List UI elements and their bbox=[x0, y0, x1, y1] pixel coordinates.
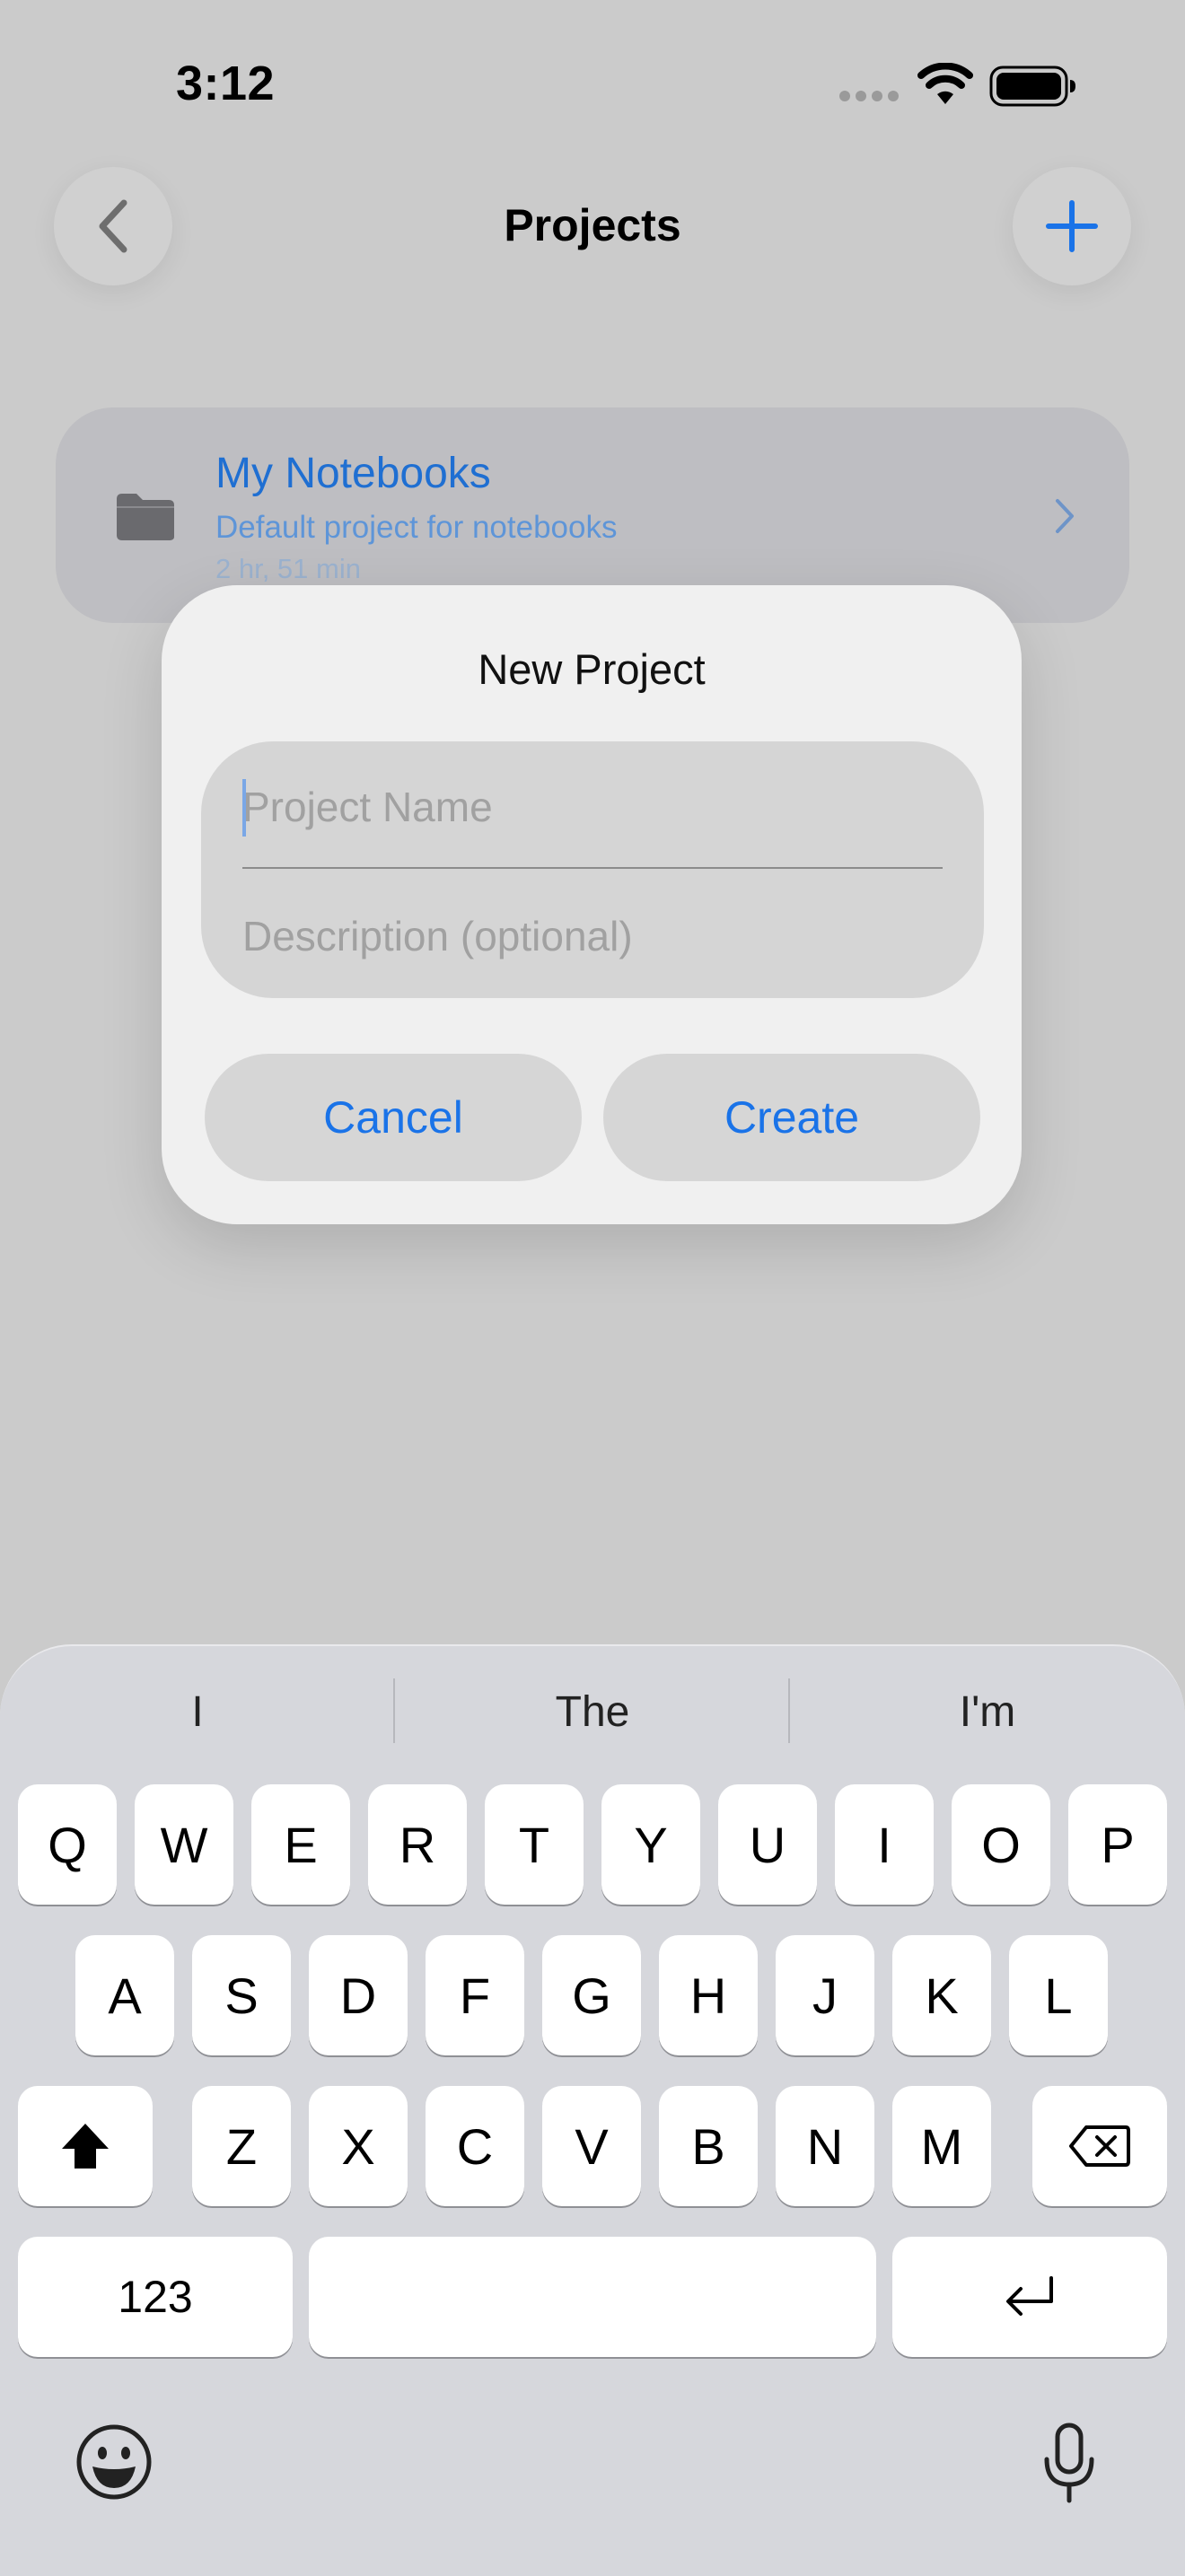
key-x[interactable]: X bbox=[309, 2086, 408, 2206]
key-n[interactable]: N bbox=[776, 2086, 874, 2206]
page-title: Projects bbox=[504, 200, 681, 250]
folder-icon bbox=[117, 494, 174, 540]
numbers-key[interactable]: 123 bbox=[18, 2237, 293, 2357]
add-project-button[interactable] bbox=[1013, 167, 1131, 285]
key-s[interactable]: S bbox=[192, 1935, 291, 2055]
shift-icon bbox=[62, 2124, 109, 2169]
key-y[interactable]: Y bbox=[601, 1784, 700, 1905]
space-key[interactable] bbox=[309, 2237, 876, 2357]
dialog-title: New Project bbox=[478, 645, 706, 693]
shift-key[interactable] bbox=[18, 2086, 153, 2206]
project-description-input[interactable] bbox=[242, 903, 943, 969]
status-time: 3:12 bbox=[176, 57, 276, 110]
microphone-icon[interactable] bbox=[1041, 2422, 1097, 2504]
project-time: 2 hr, 51 min bbox=[215, 553, 361, 584]
key-e[interactable]: E bbox=[251, 1784, 350, 1905]
key-d[interactable]: D bbox=[309, 1935, 408, 2055]
key-m[interactable]: M bbox=[892, 2086, 991, 2206]
project-name-input[interactable] bbox=[242, 774, 943, 840]
chevron-right-icon bbox=[1056, 499, 1074, 533]
delete-key[interactable] bbox=[1032, 2086, 1167, 2206]
create-button[interactable]: Create bbox=[603, 1054, 980, 1181]
emoji-icon[interactable] bbox=[75, 2423, 153, 2501]
return-icon bbox=[1006, 2276, 1053, 2316]
key-o[interactable]: O bbox=[952, 1784, 1050, 1905]
key-f[interactable]: F bbox=[426, 1935, 524, 2055]
cellular-signal-icon bbox=[839, 91, 899, 101]
plus-icon bbox=[1046, 200, 1098, 252]
project-title: My Notebooks bbox=[215, 450, 491, 497]
suggestion-1[interactable]: I bbox=[0, 1678, 395, 1747]
suggestion-3[interactable]: I'm bbox=[790, 1678, 1185, 1747]
key-r[interactable]: R bbox=[368, 1784, 467, 1905]
text-cursor bbox=[242, 779, 246, 837]
key-k[interactable]: K bbox=[892, 1935, 991, 2055]
key-a[interactable]: A bbox=[75, 1935, 174, 2055]
key-l[interactable]: L bbox=[1009, 1935, 1108, 2055]
key-h[interactable]: H bbox=[659, 1935, 758, 2055]
cancel-button[interactable]: Cancel bbox=[205, 1054, 582, 1181]
key-t[interactable]: T bbox=[485, 1784, 584, 1905]
key-g[interactable]: G bbox=[542, 1935, 641, 2055]
battery-icon bbox=[989, 66, 1075, 107]
key-v[interactable]: V bbox=[542, 2086, 641, 2206]
suggestion-2[interactable]: The bbox=[395, 1678, 790, 1747]
key-i[interactable]: I bbox=[835, 1784, 934, 1905]
key-u[interactable]: U bbox=[718, 1784, 817, 1905]
wifi-icon bbox=[917, 63, 973, 104]
key-b[interactable]: B bbox=[659, 2086, 758, 2206]
return-key[interactable] bbox=[892, 2237, 1167, 2357]
key-p[interactable]: P bbox=[1068, 1784, 1167, 1905]
field-divider bbox=[242, 867, 943, 869]
key-w[interactable]: W bbox=[135, 1784, 233, 1905]
key-q[interactable]: Q bbox=[18, 1784, 117, 1905]
project-description: Default project for notebooks bbox=[215, 510, 618, 545]
key-z[interactable]: Z bbox=[192, 2086, 291, 2206]
key-j[interactable]: J bbox=[776, 1935, 874, 2055]
delete-icon bbox=[1069, 2125, 1130, 2167]
key-c[interactable]: C bbox=[426, 2086, 524, 2206]
